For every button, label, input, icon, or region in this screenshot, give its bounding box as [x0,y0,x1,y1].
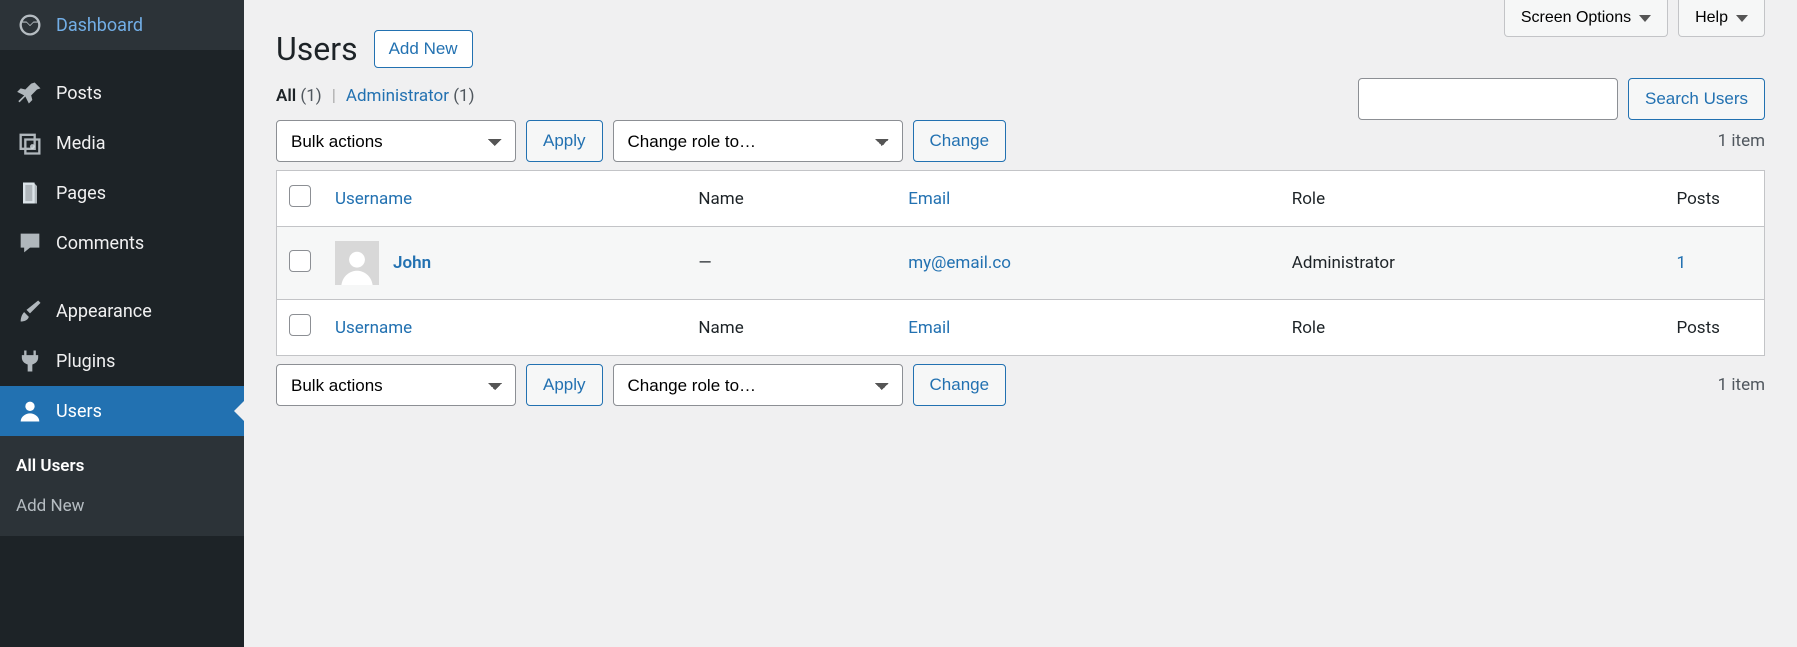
screen-options-label: Screen Options [1521,9,1631,27]
col-role-foot: Role [1280,300,1665,356]
filter-all-count: (1) [300,86,321,106]
filter-admin-label: Administrator [346,86,449,106]
sidebar-submenu: All Users Add New [0,436,244,536]
table-header-row: Username Name Email Role Posts [277,171,1765,227]
sidebar-item-label: Dashboard [56,15,143,36]
table-footer-row: Username Name Email Role Posts [277,300,1765,356]
table-row: John — my@email.co Administrator 1 [277,227,1765,300]
admin-sidebar: Dashboard Posts Media Pages Comments App… [0,0,244,647]
sidebar-item-dashboard[interactable]: Dashboard [0,0,244,50]
change-button-bottom[interactable]: Change [913,364,1007,406]
search-input[interactable] [1358,78,1618,120]
help-button[interactable]: Help [1678,0,1765,37]
user-icon [16,399,44,423]
avatar [335,241,379,285]
dashboard-icon [16,13,44,37]
change-role-select-top[interactable]: Change role to… [613,120,903,162]
pin-icon [16,81,44,105]
email-link[interactable]: my@email.co [908,253,1011,273]
col-name-foot: Name [686,300,896,356]
sidebar-item-plugins[interactable]: Plugins [0,336,244,386]
tablenav-bottom: Bulk actions Apply Change role to… Chang… [276,364,1765,406]
caret-down-icon [1639,15,1651,22]
select-all-checkbox-bottom[interactable] [289,314,311,336]
col-role: Role [1280,171,1665,227]
apply-button-top[interactable]: Apply [526,120,603,162]
sidebar-item-pages[interactable]: Pages [0,168,244,218]
sidebar-item-label: Comments [56,233,144,254]
media-icon [16,131,44,155]
plug-icon [16,349,44,373]
change-role-select-bottom[interactable]: Change role to… [613,364,903,406]
help-label: Help [1695,9,1728,27]
col-posts: Posts [1665,171,1765,227]
col-username[interactable]: Username [323,171,686,227]
pages-icon [16,181,44,205]
sidebar-item-label: Pages [56,183,106,204]
col-name: Name [686,171,896,227]
sidebar-item-label: Users [56,401,102,422]
cell-role: Administrator [1280,227,1665,300]
top-tabs: Screen Options Help [1504,0,1765,37]
sidebar-item-label: Appearance [56,301,152,322]
row-checkbox[interactable] [289,250,311,272]
posts-link[interactable]: 1 [1677,253,1687,273]
filter-all[interactable]: All (1) [276,86,322,106]
caret-down-icon [1736,15,1748,22]
change-button-top[interactable]: Change [913,120,1007,162]
sidebar-item-users[interactable]: Users [0,386,244,436]
users-table: Username Name Email Role Posts John [276,170,1765,356]
separator: | [332,86,336,106]
col-posts-foot: Posts [1665,300,1765,356]
sidebar-item-label: Posts [56,83,102,104]
col-email-foot[interactable]: Email [896,300,1280,356]
main-content: Screen Options Help Users Add New All (1… [244,0,1797,647]
submenu-item-add-new[interactable]: Add New [0,486,244,526]
sidebar-item-label: Plugins [56,351,115,372]
sidebar-item-posts[interactable]: Posts [0,68,244,118]
bulk-actions-select-bottom[interactable]: Bulk actions [276,364,516,406]
items-count-bottom: 1 item [1718,375,1765,395]
bulk-actions-select-top[interactable]: Bulk actions [276,120,516,162]
apply-button-bottom[interactable]: Apply [526,364,603,406]
filter-admin-count: (1) [453,86,474,106]
page-title: Users [276,30,358,68]
search-users-button[interactable]: Search Users [1628,78,1765,120]
sidebar-item-media[interactable]: Media [0,118,244,168]
sidebar-item-appearance[interactable]: Appearance [0,286,244,336]
items-count-top: 1 item [1718,131,1765,151]
sidebar-item-label: Media [56,133,106,154]
submenu-item-all-users[interactable]: All Users [0,446,244,486]
search-box: Search Users [1358,78,1765,120]
cell-name: — [686,227,896,300]
add-new-button[interactable]: Add New [374,30,473,68]
comment-icon [16,231,44,255]
sidebar-item-comments[interactable]: Comments [0,218,244,268]
col-email[interactable]: Email [896,171,1280,227]
col-username-foot[interactable]: Username [323,300,686,356]
filter-all-label: All [276,86,296,106]
brush-icon [16,299,44,323]
username-link[interactable]: John [393,253,431,273]
tablenav-top: Bulk actions Apply Change role to… Chang… [276,120,1765,162]
filter-administrator[interactable]: Administrator (1) [346,86,475,106]
screen-options-button[interactable]: Screen Options [1504,0,1668,37]
select-all-checkbox-top[interactable] [289,185,311,207]
